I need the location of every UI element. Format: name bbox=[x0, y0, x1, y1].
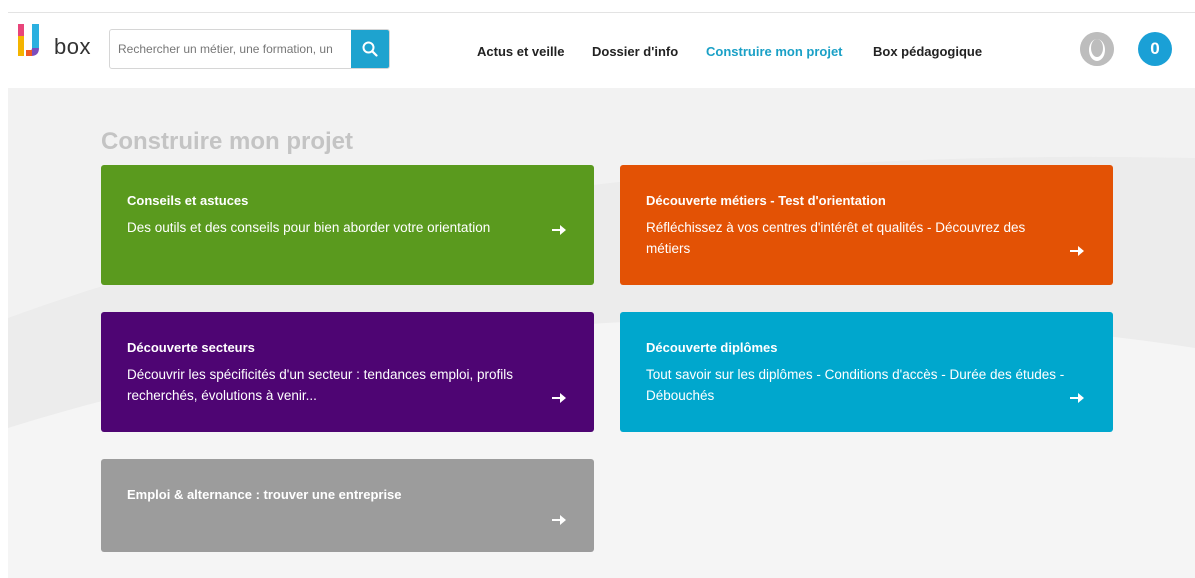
card-emploi-alternance[interactable]: Emploi & alternance : trouver une entrep… bbox=[101, 459, 594, 552]
arrow-right-icon bbox=[552, 225, 566, 235]
arrow-right-icon bbox=[552, 393, 566, 403]
card-title: Découverte métiers - Test d'orientation bbox=[646, 193, 886, 208]
card-title: Découverte secteurs bbox=[127, 340, 255, 355]
card-decouverte-diplomes[interactable]: Découverte diplômes Tout savoir sur les … bbox=[620, 312, 1113, 432]
search-icon bbox=[362, 41, 378, 57]
card-description: Découvrir les spécificités d'un secteur … bbox=[127, 367, 514, 403]
nav-item-construire[interactable]: Construire mon projet bbox=[706, 44, 843, 59]
card-title: Conseils et astuces bbox=[127, 193, 249, 208]
arrow-right-icon bbox=[1070, 393, 1084, 403]
user-avatar[interactable] bbox=[1080, 32, 1114, 66]
card-decouverte-secteurs[interactable]: Découverte secteurs Découvrir les spécif… bbox=[101, 312, 594, 432]
card-title: Emploi & alternance : trouver une entrep… bbox=[127, 487, 402, 502]
search-button[interactable] bbox=[351, 30, 389, 68]
user-icon bbox=[1080, 32, 1114, 66]
card-title: Découverte diplômes bbox=[646, 340, 778, 355]
arrow-right-icon bbox=[1070, 246, 1084, 256]
ijbox-logo[interactable]: box bbox=[18, 22, 100, 66]
logo-text: box bbox=[54, 34, 91, 59]
card-conseils-astuces[interactable]: Conseils et astuces Des outils et des co… bbox=[101, 165, 594, 285]
card-description: Des outils et des conseils pour bien abo… bbox=[127, 220, 491, 235]
card-description: Tout savoir sur les diplômes - Condition… bbox=[646, 367, 1065, 403]
card-decouverte-metiers[interactable]: Découverte métiers - Test d'orientation … bbox=[620, 165, 1113, 285]
search-box bbox=[109, 29, 390, 69]
nav-item-dossier[interactable]: Dossier d'info bbox=[592, 44, 678, 59]
search-input[interactable] bbox=[110, 30, 353, 68]
ij-logo-mark-icon bbox=[18, 24, 39, 56]
nav-item-actus[interactable]: Actus et veille bbox=[477, 44, 564, 59]
arrow-right-icon bbox=[552, 515, 566, 525]
nav-item-box-pedagogique[interactable]: Box pédagogique bbox=[873, 44, 982, 59]
card-description: Réfléchissez à vos centres d'intérêt et … bbox=[646, 220, 1026, 256]
cart-count-badge[interactable]: 0 bbox=[1138, 32, 1172, 66]
page-title: Construire mon projet bbox=[101, 128, 354, 155]
